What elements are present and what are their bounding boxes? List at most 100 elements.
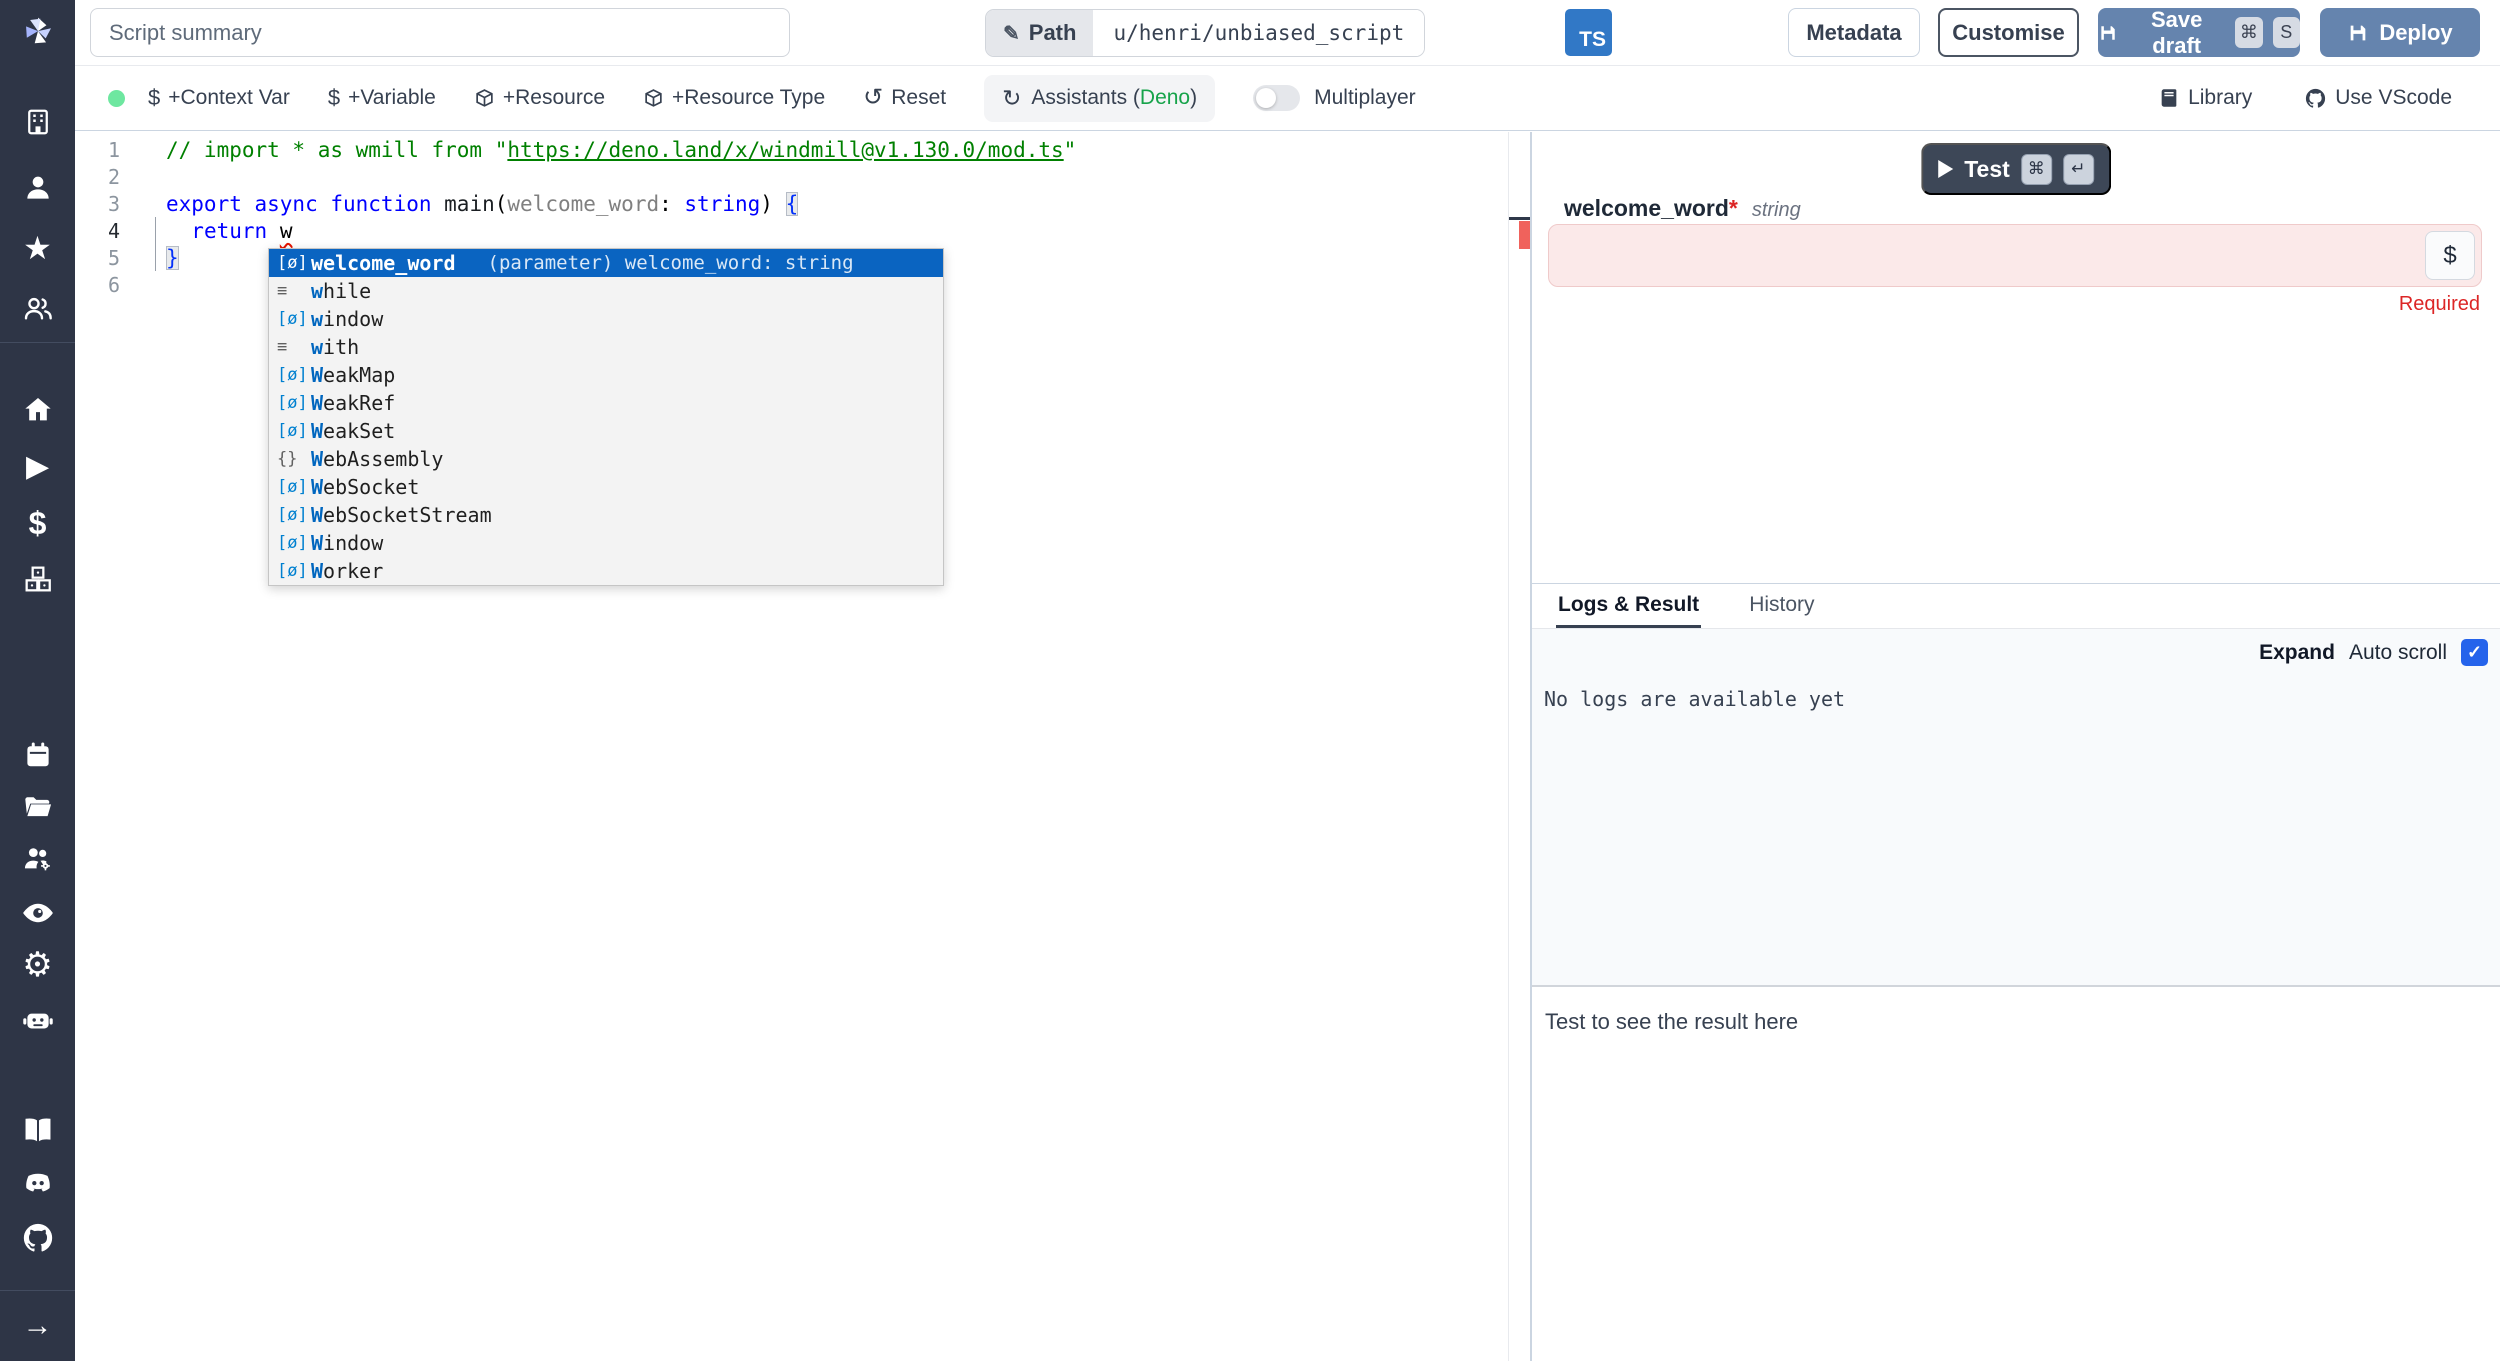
suggestion-item[interactable]: ≡ with	[269, 333, 943, 361]
sidebar-item-workspace[interactable]	[0, 102, 75, 142]
robot-icon	[21, 1003, 55, 1037]
overview-ruler[interactable]	[1508, 132, 1530, 1361]
argument-input[interactable]: $	[1548, 224, 2482, 287]
sidebar-item-audit-logs[interactable]	[0, 893, 75, 933]
multiplayer-toggle[interactable]	[1253, 85, 1300, 111]
add-variable-button[interactable]: $ +Variable	[328, 86, 436, 110]
line-number: 1	[75, 138, 120, 162]
code-editor[interactable]: 1 // import * as wmill from "https://den…	[75, 132, 1530, 1361]
script-path-value[interactable]: u/henri/unbiased_script	[1093, 10, 1424, 56]
suggestion-item[interactable]: [ø] Worker	[269, 557, 943, 585]
suggestion-item[interactable]: [ø] welcome_word (parameter) welcome_wor…	[269, 249, 943, 277]
symbol-variable-icon: [ø]	[277, 505, 311, 525]
sidebar-item-groups[interactable]	[0, 289, 75, 329]
line-number-active: 4	[75, 219, 120, 243]
home-icon	[22, 394, 54, 426]
line-number: 2	[75, 165, 120, 189]
add-resource-type-button[interactable]: +Resource Type	[643, 86, 825, 110]
sidebar-divider	[0, 342, 75, 343]
no-logs-message: No logs are available yet	[1544, 687, 1845, 711]
test-button[interactable]: Test ⌘ ↵	[1921, 143, 2111, 195]
arrow-right-icon: →	[23, 1311, 53, 1341]
save-draft-button[interactable]: Save draft ⌘ S	[2098, 8, 2300, 57]
sidebar-item-variables[interactable]: $	[0, 503, 75, 543]
argument-label: welcome_word* string	[1564, 195, 1801, 222]
symbol-namespace-icon: {}	[277, 449, 311, 469]
deploy-button[interactable]: Deploy	[2320, 8, 2480, 57]
assistants-button[interactable]: ↻ Assistants (Deno)	[984, 75, 1215, 122]
symbol-variable-icon: [ø]	[277, 421, 311, 441]
suggestion-item[interactable]: ≡ while	[269, 277, 943, 305]
windmill-logo-icon	[16, 11, 60, 55]
arg-type: string	[1752, 199, 1801, 222]
suggestion-item[interactable]: [ø] window	[269, 305, 943, 333]
script-summary-input[interactable]	[90, 8, 790, 57]
sidebar-item-home[interactable]	[0, 390, 75, 430]
sidebar-item-folders[interactable]	[0, 787, 75, 827]
suggestion-item[interactable]: [ø] WeakRef	[269, 389, 943, 417]
path-label: Path	[1029, 20, 1077, 46]
cursor-marker	[1509, 217, 1531, 220]
expand-button[interactable]: Expand	[2259, 641, 2335, 665]
windmill-logo[interactable]	[0, 10, 75, 56]
editor-toolbar: $ +Context Var $ +Variable +Resource +Re…	[75, 66, 2500, 131]
suggestion-item[interactable]: [ø] Window	[269, 529, 943, 557]
app-sidebar: ★ ▶ $	[0, 0, 75, 1361]
line-number: 6	[75, 273, 120, 297]
book-icon	[2158, 87, 2180, 109]
test-label: Test	[1964, 156, 2010, 183]
sidebar-item-resources[interactable]	[0, 559, 75, 599]
autoscroll-label: Auto scroll	[2349, 641, 2447, 665]
sidebar-item-user[interactable]	[0, 168, 75, 208]
metadata-button[interactable]: Metadata	[1788, 8, 1920, 57]
calendar-icon	[23, 740, 53, 770]
reset-button[interactable]: ↺ Reset	[863, 86, 946, 110]
add-variable-label: +Variable	[348, 86, 436, 110]
suggestion-item[interactable]: [ø] WeakSet	[269, 417, 943, 445]
script-path-control[interactable]: ✎ Path u/henri/unbiased_script	[985, 9, 1425, 57]
path-chip[interactable]: ✎ Path	[986, 10, 1093, 56]
customise-button[interactable]: Customise	[1938, 8, 2079, 57]
suggestion-item[interactable]: [ø] WebSocketStream	[269, 501, 943, 529]
suggestion-item[interactable]: {} WebAssembly	[269, 445, 943, 473]
sidebar-item-github[interactable]	[0, 1218, 75, 1258]
gear-icon: ⚙	[22, 948, 52, 982]
code-line-3: 3 export async function main(welcome_wor…	[75, 190, 1508, 217]
multiplayer-label: Multiplayer	[1314, 86, 1416, 110]
sidebar-item-discord[interactable]	[0, 1164, 75, 1204]
symbol-variable-icon: [ø]	[277, 477, 311, 497]
typescript-badge: TS	[1565, 9, 1612, 56]
assistants-lang: Deno	[1140, 86, 1190, 109]
refresh-icon: ↻	[1002, 85, 1021, 112]
arg-name: welcome_word	[1564, 195, 1729, 221]
deploy-label: Deploy	[2379, 20, 2452, 46]
sidebar-item-settings[interactable]: ⚙	[0, 945, 75, 985]
kbd-cmd: ⌘	[2235, 17, 2262, 48]
undo-icon: ↺	[863, 86, 883, 110]
sidebar-item-docs[interactable]	[0, 1110, 75, 1150]
line-number: 3	[75, 192, 120, 216]
sidebar-collapse-button[interactable]: →	[0, 1306, 75, 1346]
use-vscode-button[interactable]: Use VScode	[2304, 86, 2452, 110]
suggestion-item[interactable]: [ø] WeakMap	[269, 361, 943, 389]
result-area: Test to see the result here	[1532, 987, 2500, 1361]
preview-panel: Test ⌘ ↵ welcome_word* string $ Required…	[1530, 132, 2500, 1361]
suggestion-item[interactable]: [ø] WebSocket	[269, 473, 943, 501]
sidebar-item-workers-groups[interactable]	[0, 839, 75, 879]
add-resource-type-label: +Resource Type	[672, 86, 825, 110]
insert-variable-button[interactable]: $	[2425, 231, 2475, 280]
sidebar-item-schedules[interactable]	[0, 735, 75, 775]
symbol-variable-icon: [ø]	[277, 365, 311, 385]
assistants-label: Assistants (Deno)	[1031, 86, 1197, 110]
autoscroll-checkbox[interactable]: ✓	[2461, 639, 2488, 666]
sidebar-item-workers[interactable]	[0, 1000, 75, 1040]
top-bar: ✎ Path u/henri/unbiased_script TS Metada…	[75, 0, 2500, 66]
tab-history[interactable]: History	[1747, 584, 1816, 628]
library-button[interactable]: Library	[2158, 86, 2252, 110]
tab-logs-result[interactable]: Logs & Result	[1556, 584, 1701, 628]
use-vscode-label: Use VScode	[2335, 86, 2452, 110]
add-context-var-button[interactable]: $ +Context Var	[148, 86, 290, 110]
add-resource-button[interactable]: +Resource	[474, 86, 605, 110]
sidebar-item-runs[interactable]: ▶	[0, 447, 75, 487]
sidebar-item-favorites[interactable]: ★	[0, 228, 75, 268]
